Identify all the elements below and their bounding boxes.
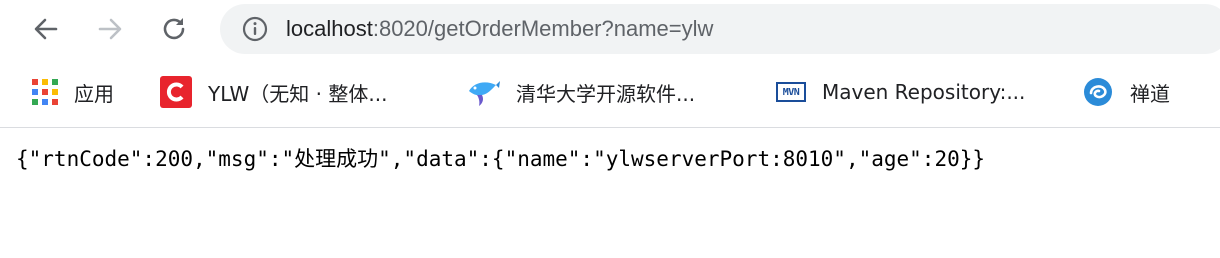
url-path: :8020/getOrderMember?name=ylw	[372, 16, 714, 41]
bookmark-label: 应用	[74, 81, 114, 106]
apps-grid-icon	[32, 79, 58, 105]
bookmark-label: 禅道	[1130, 81, 1170, 106]
page-content: {"rtnCode":200,"msg":"处理成功","data":{"nam…	[0, 128, 1220, 258]
bookmark-ylw[interactable]: YLW（无知 · 整体...	[160, 76, 387, 108]
json-response-text: {"rtnCode":200,"msg":"处理成功","data":{"nam…	[16, 147, 986, 171]
bookmark-label: 清华大学开源软件...	[516, 81, 696, 106]
zentao-swirl-icon	[1084, 78, 1112, 106]
address-bar[interactable]: localhost:8020/getOrderMember?name=ylw	[220, 4, 1220, 54]
tuna-fish-icon	[469, 81, 500, 106]
back-button[interactable]	[28, 11, 64, 47]
mvn-icon: MVN	[776, 82, 806, 102]
bookmark-label: YLW（无知 · 整体...	[208, 81, 388, 106]
forward-arrow-icon	[98, 18, 122, 40]
browser-toolbar: localhost:8020/getOrderMember?name=ylw	[0, 0, 1220, 58]
ylw-c-logo-icon	[160, 76, 192, 108]
bookmark-label: Maven Repository:...	[822, 80, 1026, 104]
bookmarks-bar: 应用 YLW（无知 · 整体... 清华大学开源软件... MVN Maven …	[0, 58, 1220, 128]
bookmark-zentao[interactable]: 禅道	[1082, 76, 1170, 108]
bookmark-maven[interactable]: MVN Maven Repository:...	[776, 76, 1025, 108]
forward-button[interactable]	[92, 11, 128, 47]
url-host: localhost	[286, 16, 373, 41]
back-arrow-icon	[34, 18, 58, 40]
url-text[interactable]: localhost:8020/getOrderMember?name=ylw	[286, 16, 713, 42]
info-icon[interactable]	[242, 16, 268, 42]
reload-button[interactable]	[156, 11, 192, 47]
bookmark-apps[interactable]: 应用	[32, 76, 114, 108]
bookmark-tuna[interactable]: 清华大学开源软件...	[466, 76, 695, 108]
reload-icon	[163, 18, 185, 40]
